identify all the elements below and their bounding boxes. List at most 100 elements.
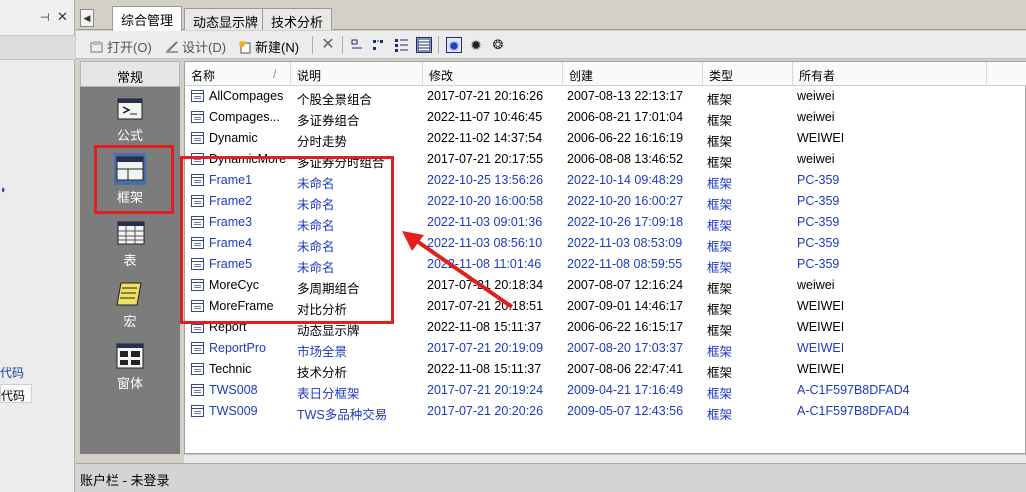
pointer-arrow	[402, 231, 514, 309]
new-label: 新建(N)	[255, 40, 300, 55]
frame-file-icon	[191, 384, 204, 396]
cell-modified: 2022-10-20 16:00:58	[427, 194, 544, 208]
column-created[interactable]: 创建	[563, 62, 703, 86]
category-macro[interactable]: 宏	[80, 279, 180, 337]
delete-icon[interactable]: ✕	[320, 37, 336, 53]
cell-owner: PC-359	[797, 194, 840, 208]
view-details-icon[interactable]	[416, 37, 432, 53]
cell-owner: PC-359	[797, 236, 840, 250]
cell-created: 2022-10-26 17:09:18	[567, 215, 684, 229]
cell-name: Compages...	[209, 110, 280, 124]
category-formula[interactable]: 公式	[80, 93, 180, 151]
view-small-icon[interactable]	[372, 37, 388, 53]
horizontal-scrollbar[interactable]	[184, 454, 1026, 463]
sort-indicator: /	[273, 67, 277, 81]
new-button[interactable]: 新建(N)	[238, 37, 299, 56]
category-table-label: 表	[123, 253, 137, 268]
column-header: 名称 / 说明 修改 创建 类型 所有者	[185, 62, 1026, 86]
open-button[interactable]: 打开(O)	[90, 37, 152, 56]
cell-name: TWS009	[209, 404, 258, 418]
cell-owner: WEIWEI	[797, 299, 845, 313]
table-row[interactable]: ReportPro 市场全景 2017-07-21 20:19:09 2007-08-…	[185, 338, 1026, 359]
tab-bar: ◀ 综合管理 动态显示牌 技术分析	[76, 6, 1026, 31]
category-form[interactable]: 窗体	[80, 341, 180, 399]
cell-modified: 2022-11-02 14:37:54	[427, 131, 543, 145]
cell-type: 框架	[707, 198, 733, 212]
left-dock-header: ⊣ ✕	[0, 0, 74, 36]
cell-type: 框架	[707, 345, 733, 359]
table-row[interactable]: TWS009 TWS多品种交易 2017-07-21 20:20:26 2009-05…	[185, 401, 1026, 422]
column-description[interactable]: 说明	[291, 62, 423, 86]
close-icon[interactable]: ✕	[57, 9, 68, 25]
cell-owner: WEIWEI	[797, 341, 845, 355]
cell-created: 2006-08-21 17:01:04	[567, 110, 684, 124]
category-form-label: 窗体	[116, 376, 143, 391]
column-owner[interactable]: 所有者	[793, 62, 987, 86]
cell-modified: 2017-07-21 20:20:26	[427, 404, 544, 418]
cell-name: Dynamic	[209, 131, 258, 145]
pin-icon[interactable]: ⊣	[40, 11, 50, 24]
cell-name: ReportPro	[209, 341, 266, 355]
table-row[interactable]: TWS008 表日分框架 2017-07-21 20:19:24 2009-04-21…	[185, 380, 1026, 401]
cell-owner: A-C1F597B8DFAD4	[797, 383, 910, 397]
view-large-icon[interactable]	[350, 37, 366, 53]
settings-blue-icon[interactable]: ✹	[446, 37, 462, 54]
cell-owner: weiwei	[797, 278, 835, 292]
frame-file-icon	[191, 132, 204, 144]
left-dock-code-label[interactable]: 代码	[0, 364, 24, 381]
category-macro-label: 宏	[123, 314, 137, 329]
settings-dark-icon[interactable]: ✹	[468, 37, 484, 53]
tab-scroll-left-icon[interactable]: ◀	[80, 9, 94, 27]
cell-created: 2007-08-06 22:47:41	[567, 362, 684, 376]
cell-desc: TWS多品种交易	[297, 408, 388, 422]
cell-desc: 市场全景	[297, 345, 348, 359]
cell-type: 框架	[707, 324, 733, 338]
table-icon	[117, 221, 145, 245]
cell-created: 2007-09-01 14:46:17	[567, 299, 684, 313]
cell-type: 框架	[707, 219, 733, 233]
cell-type: 框架	[707, 93, 733, 107]
design-button[interactable]: 设计(D)	[165, 37, 226, 56]
cell-desc: 个股全景组合	[297, 93, 373, 107]
new-icon	[238, 40, 252, 54]
cell-type: 框架	[707, 366, 733, 380]
view-list-icon[interactable]	[394, 37, 410, 53]
left-dock-marker: ◗	[0, 184, 7, 196]
open-label: 打开(O)	[107, 40, 152, 55]
export-icon[interactable]: ❂	[490, 37, 506, 53]
left-dock-band	[0, 36, 75, 60]
category-table[interactable]: 表	[80, 218, 180, 276]
cell-owner: weiwei	[797, 110, 835, 124]
tab-technical-analysis[interactable]: 技术分析	[262, 8, 333, 30]
table-row[interactable]: Technic 技术分析 2022-11-08 15:11:37 2007-08-06…	[185, 359, 1026, 380]
tab-dynamic-display[interactable]: 动态显示牌	[184, 8, 268, 30]
cell-modified: 2022-11-08 15:11:37	[427, 320, 542, 334]
tab-comprehensive-management[interactable]: 综合管理	[112, 6, 183, 31]
table-row[interactable]: Compages... 多证券组合 2022-11-07 10:46:45 2006-…	[185, 107, 1026, 128]
cell-name: AllCompages	[209, 89, 284, 103]
category-bar: 常规 公式 框架 表 宏 窗体	[80, 61, 180, 454]
cell-modified: 2017-07-21 20:19:09	[427, 341, 544, 355]
cell-owner: weiwei	[797, 89, 835, 103]
cell-owner: weiwei	[797, 152, 835, 166]
cell-modified: 2017-07-21 20:16:26	[427, 89, 544, 103]
cell-desc: 表日分框架	[297, 387, 360, 401]
cell-type: 框架	[707, 387, 733, 401]
cell-owner: A-C1F597B8DFAD4	[797, 404, 910, 418]
cell-owner: PC-359	[797, 257, 840, 271]
table-row[interactable]: Dynamic 分时走势 2022-11-02 14:37:54 2006-06-22…	[185, 128, 1026, 149]
formula-icon	[117, 98, 143, 120]
column-name[interactable]: 名称 /	[185, 62, 291, 86]
cell-created: 2022-10-20 16:00:27	[567, 194, 684, 208]
left-dock-code-field[interactable]: 代码	[0, 384, 32, 403]
cell-modified: 2017-07-21 20:17:55	[427, 152, 544, 166]
category-header[interactable]: 常规	[80, 61, 180, 87]
cell-created: 2009-04-21 17:16:49	[567, 383, 684, 397]
column-type[interactable]: 类型	[703, 62, 793, 86]
status-text: 账户栏 - 未登录	[80, 473, 170, 488]
form-icon	[116, 343, 144, 369]
cell-owner: WEIWEI	[797, 320, 845, 334]
column-modified[interactable]: 修改	[423, 62, 563, 86]
cell-owner: PC-359	[797, 215, 840, 229]
table-row[interactable]: AllCompages 个股全景组合 2017-07-21 20:16:26 2007…	[185, 86, 1026, 107]
